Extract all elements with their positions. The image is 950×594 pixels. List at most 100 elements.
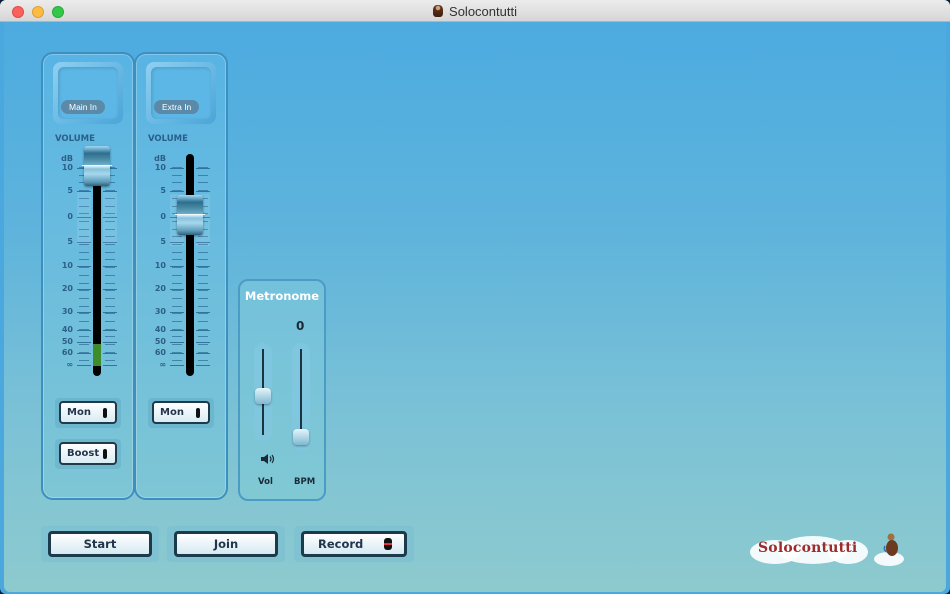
boost-toggle-wrap: Boost [55,439,121,469]
db-scale-label: 10 [154,163,166,172]
metronome-bpm-slider[interactable] [292,343,310,451]
join-button-wrap: Join [167,526,285,562]
fader-track[interactable] [93,154,101,376]
scale-tick [172,290,182,292]
volume-fader-knob[interactable] [175,195,205,235]
record-button[interactable]: Record [301,531,407,557]
toggle-indicator-icon [196,408,200,418]
db-scale-label: 30 [154,307,166,316]
db-scale-label: 5 [160,237,166,246]
scale-tick [105,274,115,276]
volume-label: VOLUME [148,134,188,144]
scale-tick [198,182,208,184]
title-bar[interactable]: Solocontutti [0,0,950,22]
boost-toggle[interactable]: Boost [59,442,117,465]
toggle-indicator-icon [103,449,107,459]
scale-tick-major [170,289,184,290]
db-scale-label: ∞ [159,360,166,369]
db-scale-label: 10 [61,261,73,270]
scale-tick [198,344,208,346]
level-meter [93,344,101,366]
app-icon [433,5,444,17]
scale-tick-major [77,330,91,331]
scale-tick-major [103,342,117,343]
scale-tick-major [103,266,117,267]
volume-fader-knob[interactable] [82,146,112,186]
metronome-volume-slider[interactable] [254,343,272,441]
record-indicator-icon [384,538,392,550]
scale-tick [105,359,115,361]
scale-tick-major [77,342,91,343]
scale-tick-major [196,266,210,267]
scale-tick-major [196,365,210,366]
db-scale-label: ∞ [66,360,73,369]
db-scale-label: 10 [154,261,166,270]
scale-tick-major [196,289,210,290]
scale-tick [79,313,89,315]
mon-toggle-wrap: Mon [148,398,214,428]
scale-tick [198,267,208,269]
scale-tick-major [103,289,117,290]
scale-tick-major [77,365,91,366]
db-scale-label: 60 [154,348,166,357]
scale-tick [79,282,89,284]
start-button[interactable]: Start [48,531,152,557]
scale-tick [79,344,89,346]
scale-tick [79,244,89,245]
metronome-panel: Metronome 0 Vol BPM [238,279,326,501]
bpm-value: 0 [296,319,305,333]
scale-tick [79,290,89,292]
cellist-mascot-icon [883,533,898,556]
db-scale-label: 5 [67,186,73,195]
scale-tick [79,259,89,261]
fader-track[interactable] [186,154,194,376]
scale-tick [105,282,115,284]
start-button-wrap: Start [41,526,159,562]
scale-tick [79,297,89,299]
ticks-right [196,152,210,372]
scale-tick [79,267,89,269]
input-selector-extra[interactable]: Extra In [146,62,216,124]
scale-tick-major [196,191,210,192]
scale-tick [198,259,208,261]
scale-tick [198,297,208,299]
scale-tick-major [196,353,210,354]
window-title-text: Solocontutti [449,4,517,19]
stipple-left [77,192,91,244]
join-button[interactable]: Join [174,531,278,557]
scale-tick [105,244,115,245]
scale-tick-major [170,168,184,169]
scale-tick [198,290,208,292]
scale-tick [172,251,182,253]
scale-tick-major [170,353,184,354]
metronome-bpm-knob[interactable] [293,429,309,445]
db-scale-label: 40 [61,325,73,334]
scale-tick [172,267,182,269]
scale-tick [198,251,208,253]
scale-tick [105,321,115,322]
solocontutti-logo: Solocontutti [748,530,908,570]
logo-text: Solocontutti [758,540,858,556]
scale-tick-major [196,312,210,313]
stipple-right [103,192,117,244]
mon-toggle-wrap: Mon [55,398,121,428]
scale-tick [105,297,115,299]
db-scale-label: 10 [61,163,73,172]
app-window: Solocontutti Main In VOLUME dB 10 5 0 5 10 20 3… [0,0,950,594]
input-selector-main[interactable]: Main In [53,62,123,124]
metronome-volume-knob[interactable] [255,387,271,404]
scale-tick [79,321,89,322]
mon-toggle-extra[interactable]: Mon [152,401,210,424]
scale-tick-major [170,342,184,343]
channel-main-in: Main In VOLUME dB 10 5 0 5 10 20 30 40 50 60 ∞ Mon … [41,52,135,500]
db-scale-label: 60 [61,348,73,357]
scale-tick [198,174,208,176]
db-scale: dB 10 5 0 5 10 20 30 40 50 60 ∞ [146,152,166,372]
bpm-label: BPM [294,477,316,487]
scale-tick [105,259,115,261]
scale-tick-major [103,330,117,331]
scale-tick [79,305,89,307]
record-button-wrap: Record [294,526,414,562]
scale-tick-major [196,168,210,169]
mon-toggle-main[interactable]: Mon [59,401,117,424]
